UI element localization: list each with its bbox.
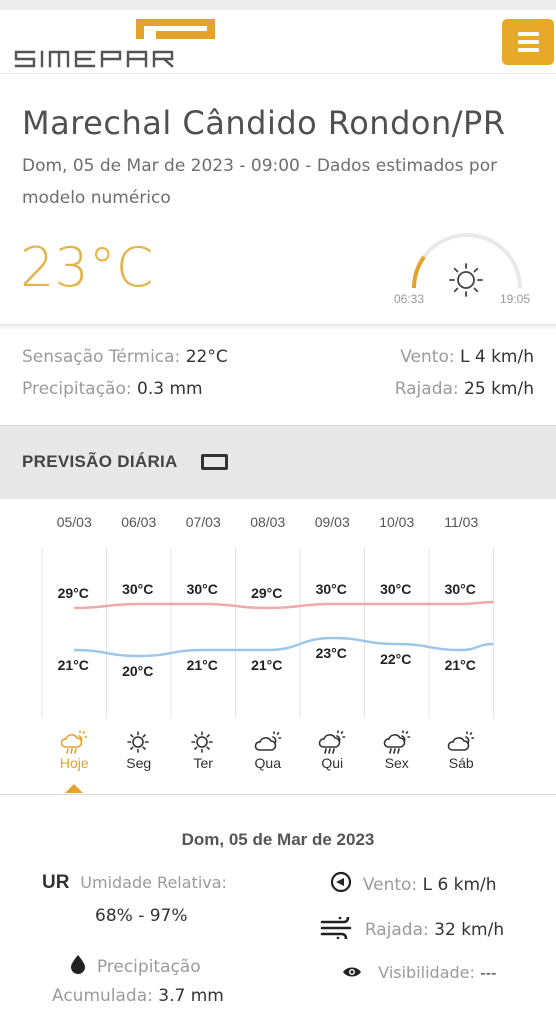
feels-like: Sensação Térmica: 22°C bbox=[22, 347, 228, 367]
day-label: Ter bbox=[193, 755, 213, 771]
day-tab-seg[interactable]: Seg bbox=[107, 730, 171, 771]
min-temp-label: 21°C bbox=[58, 657, 89, 673]
temperature-chart: 29°C 30°C 30°C 29°C 30°C 30°C 30°C 21°C 20°C 21°C… bbox=[41, 548, 494, 718]
divider bbox=[0, 324, 556, 330]
wind-gust: Rajada: 25 km/h bbox=[394, 379, 534, 399]
city-name: Marechal Cândido Rondon/PR bbox=[22, 104, 506, 142]
min-temp-label: 23°C bbox=[316, 645, 347, 661]
precipitation: Precipitação: 0.3 mm bbox=[22, 379, 203, 399]
sunset-time: 19:05 bbox=[500, 292, 531, 306]
max-temp-label: 30°C bbox=[445, 581, 476, 597]
forecast-date: 05/03 bbox=[56, 514, 92, 530]
cloud-sun-rain-icon bbox=[318, 730, 346, 754]
detail-date: Dom, 05 de Mar de 2023 bbox=[181, 830, 375, 849]
day-label: Seg bbox=[126, 755, 152, 771]
day-tab-sáb[interactable]: Sáb bbox=[429, 730, 493, 771]
day-label: Qua bbox=[254, 755, 281, 771]
min-temp-label: 22°C bbox=[380, 651, 411, 667]
top-border bbox=[0, 0, 556, 10]
daily-forecast-header[interactable]: PREVISÃO DIÁRIA bbox=[0, 425, 556, 499]
day-tab-hoje[interactable]: Hoje bbox=[42, 730, 106, 771]
selected-day-pointer bbox=[65, 784, 83, 793]
calendar-icon[interactable] bbox=[201, 454, 228, 470]
menu-button[interactable] bbox=[502, 19, 554, 65]
sun-icon bbox=[191, 731, 214, 753]
forecast-date: 07/03 bbox=[185, 514, 221, 530]
sun-icon bbox=[449, 263, 483, 297]
cloud-sun-icon bbox=[254, 731, 282, 751]
forecast-date: 06/03 bbox=[121, 514, 157, 530]
sun-icon bbox=[126, 731, 149, 753]
cloud-sun-icon bbox=[447, 731, 475, 751]
detail-gust: Rajada: 32 km/h bbox=[320, 912, 504, 944]
max-temp-label: 30°C bbox=[122, 581, 153, 597]
cloud-sun-rain-icon bbox=[60, 730, 88, 754]
day-tab-qua[interactable]: Qua bbox=[236, 730, 300, 771]
day-label: Hoje bbox=[59, 755, 89, 771]
day-label: Sáb bbox=[448, 755, 474, 771]
forecast-date: 11/03 bbox=[444, 514, 479, 530]
drop-icon bbox=[71, 955, 85, 974]
precip-value: 3.7 mm bbox=[158, 986, 224, 1006]
max-temp-label: 30°C bbox=[187, 581, 218, 597]
humidity-value: 68% - 97% bbox=[95, 906, 188, 926]
day-tab-ter[interactable]: Ter bbox=[171, 730, 235, 771]
eye-icon bbox=[343, 967, 361, 977]
cloud-sun-rain-icon bbox=[383, 730, 411, 754]
day-tab-sex[interactable]: Sex bbox=[365, 730, 429, 771]
daily-forecast-title: PREVISÃO DIÁRIA bbox=[22, 452, 178, 471]
wind: Vento: L 4 km/h bbox=[400, 347, 534, 367]
relative-humidity: UR Umidade Relativa: bbox=[42, 872, 227, 893]
max-temp-label: 29°C bbox=[251, 585, 282, 601]
max-temp-label: 29°C bbox=[58, 585, 89, 601]
max-temp-label: 30°C bbox=[380, 581, 411, 597]
wind-gust-icon bbox=[320, 912, 352, 944]
day-tab-qui[interactable]: Qui bbox=[300, 730, 364, 771]
min-temp-label: 21°C bbox=[187, 657, 218, 673]
max-temp-line bbox=[74, 600, 494, 610]
app-header bbox=[0, 10, 556, 74]
hamburger-icon bbox=[518, 32, 539, 36]
simepar-logo[interactable] bbox=[12, 16, 222, 70]
min-temp-label: 20°C bbox=[122, 663, 153, 679]
min-temp-label: 21°C bbox=[445, 657, 476, 673]
day-label: Sex bbox=[384, 755, 409, 771]
divider bbox=[0, 794, 556, 795]
max-temp-label: 30°C bbox=[316, 581, 347, 597]
date-subtitle: Dom, 05 de Mar de 2023 - 09:00 - Dados e… bbox=[22, 156, 498, 208]
ur-abbr: UR bbox=[42, 872, 70, 893]
sunrise-time: 06:33 bbox=[394, 292, 425, 306]
day-label: Qui bbox=[321, 755, 344, 771]
current-temperature: 23°C bbox=[20, 236, 154, 299]
detail-wind: Vento: L 6 km/h bbox=[330, 871, 497, 895]
detail-visibility: Visibilidade: --- bbox=[342, 963, 497, 983]
forecast-date: 09/03 bbox=[314, 514, 350, 530]
forecast-date: 08/03 bbox=[250, 514, 286, 530]
accumulated-precipitation: Precipitação bbox=[70, 954, 201, 977]
min-temp-line bbox=[74, 636, 494, 658]
min-temp-label: 21°C bbox=[251, 657, 282, 673]
sun-gauge: 06:33 19:05 bbox=[392, 222, 542, 314]
wind-direction-icon bbox=[330, 871, 352, 893]
forecast-date: 10/03 bbox=[379, 514, 415, 530]
